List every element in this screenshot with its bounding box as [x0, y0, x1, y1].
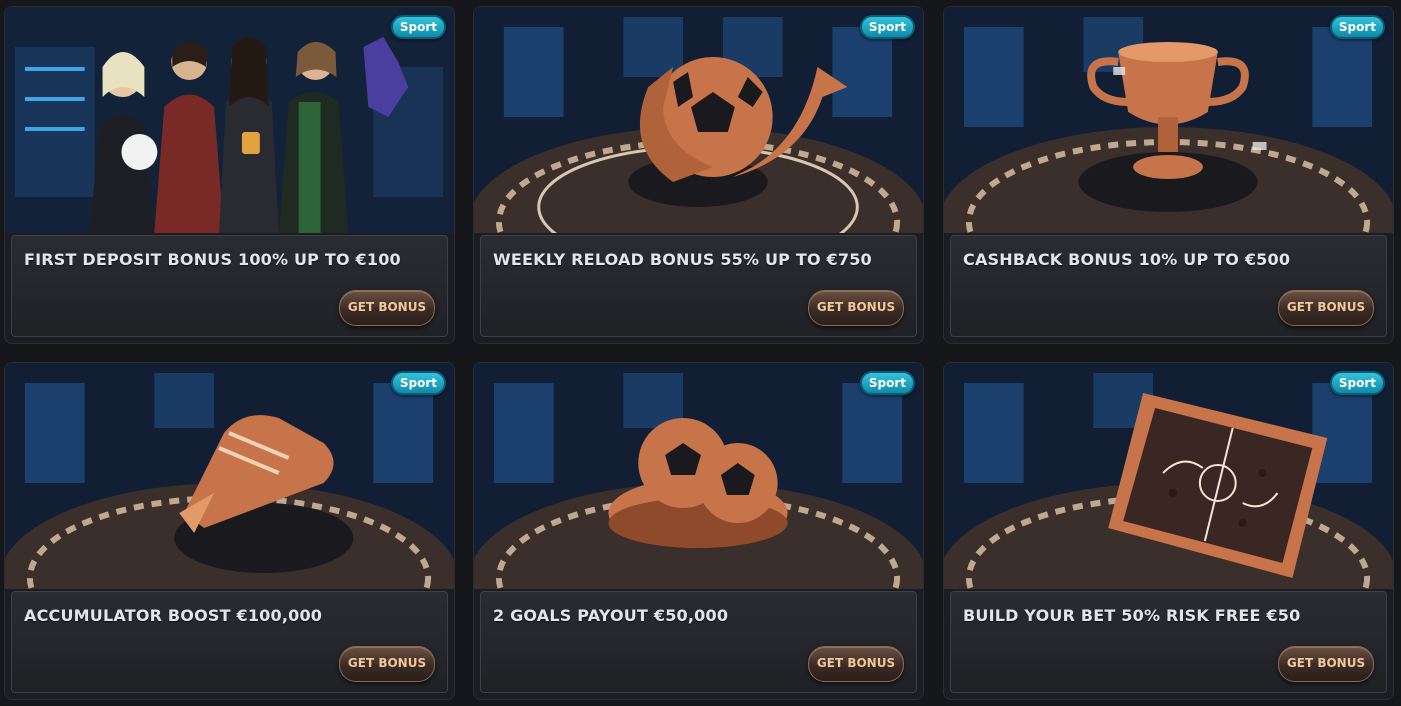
bonus-title: CASHBACK BONUS 10% UP TO €500 — [963, 250, 1291, 269]
sport-badge: Sport — [859, 15, 915, 39]
bonus-card-info: CASHBACK BONUS 10% UP TO €500 GET BONUS — [950, 235, 1387, 337]
bonus-card-image: Sport — [5, 363, 454, 589]
football-arrow-illustration — [474, 7, 923, 233]
sport-badge: Sport — [859, 371, 915, 395]
two-footballs-illustration — [474, 363, 923, 589]
bonus-title: ACCUMULATOR BOOST €100,000 — [24, 606, 323, 625]
bonus-card[interactable]: Sport FIRST DEPOSIT BONUS 100% UP TO €10… — [4, 6, 455, 344]
get-bonus-button[interactable]: GET BONUS — [1278, 290, 1374, 326]
get-bonus-button[interactable]: GET BONUS — [339, 290, 435, 326]
tactics-board-illustration — [944, 363, 1393, 589]
bonus-title: WEEKLY RELOAD BONUS 55% UP TO €750 — [493, 250, 872, 269]
bonus-card-info: ACCUMULATOR BOOST €100,000 GET BONUS — [11, 591, 448, 693]
bonus-card[interactable]: Sport BUILD YOUR BET 50% RISK FREE €50 G… — [943, 362, 1394, 700]
football-boot-illustration — [5, 363, 454, 589]
fans-illustration — [5, 7, 454, 233]
bonus-title: 2 GOALS PAYOUT €50,000 — [493, 606, 729, 625]
bonus-card-info: BUILD YOUR BET 50% RISK FREE €50 GET BON… — [950, 591, 1387, 693]
get-bonus-button[interactable]: GET BONUS — [808, 646, 904, 682]
bonus-card[interactable]: Sport CASHBACK BONUS 10% UP TO €500 GET … — [943, 6, 1394, 344]
bonus-title: BUILD YOUR BET 50% RISK FREE €50 — [963, 606, 1301, 625]
bonus-card[interactable]: Sport WEEKLY RELOAD BONUS 55% UP TO €750… — [473, 6, 924, 344]
bonus-card[interactable]: Sport 2 GOALS PAYOUT €50,000 GET BONUS — [473, 362, 924, 700]
sport-badge: Sport — [1329, 15, 1385, 39]
bonus-card-image: Sport — [474, 7, 923, 233]
bonus-card-info: 2 GOALS PAYOUT €50,000 GET BONUS — [480, 591, 917, 693]
get-bonus-button[interactable]: GET BONUS — [339, 646, 435, 682]
bonus-card-image: Sport — [5, 7, 454, 233]
sport-badge: Sport — [1329, 371, 1385, 395]
bonus-card-info: FIRST DEPOSIT BONUS 100% UP TO €100 GET … — [11, 235, 448, 337]
get-bonus-button[interactable]: GET BONUS — [1278, 646, 1374, 682]
bonus-card-image: Sport — [944, 7, 1393, 233]
sport-badge: Sport — [390, 15, 446, 39]
trophy-illustration — [944, 7, 1393, 233]
bonus-card-image: Sport — [474, 363, 923, 589]
bonus-card[interactable]: Sport ACCUMULATOR BOOST €100,000 GET BON… — [4, 362, 455, 700]
sport-badge: Sport — [390, 371, 446, 395]
bonus-title: FIRST DEPOSIT BONUS 100% UP TO €100 — [24, 250, 401, 269]
bonus-card-info: WEEKLY RELOAD BONUS 55% UP TO €750 GET B… — [480, 235, 917, 337]
bonus-card-image: Sport — [944, 363, 1393, 589]
bonus-grid: Sport FIRST DEPOSIT BONUS 100% UP TO €10… — [0, 0, 1401, 706]
get-bonus-button[interactable]: GET BONUS — [808, 290, 904, 326]
